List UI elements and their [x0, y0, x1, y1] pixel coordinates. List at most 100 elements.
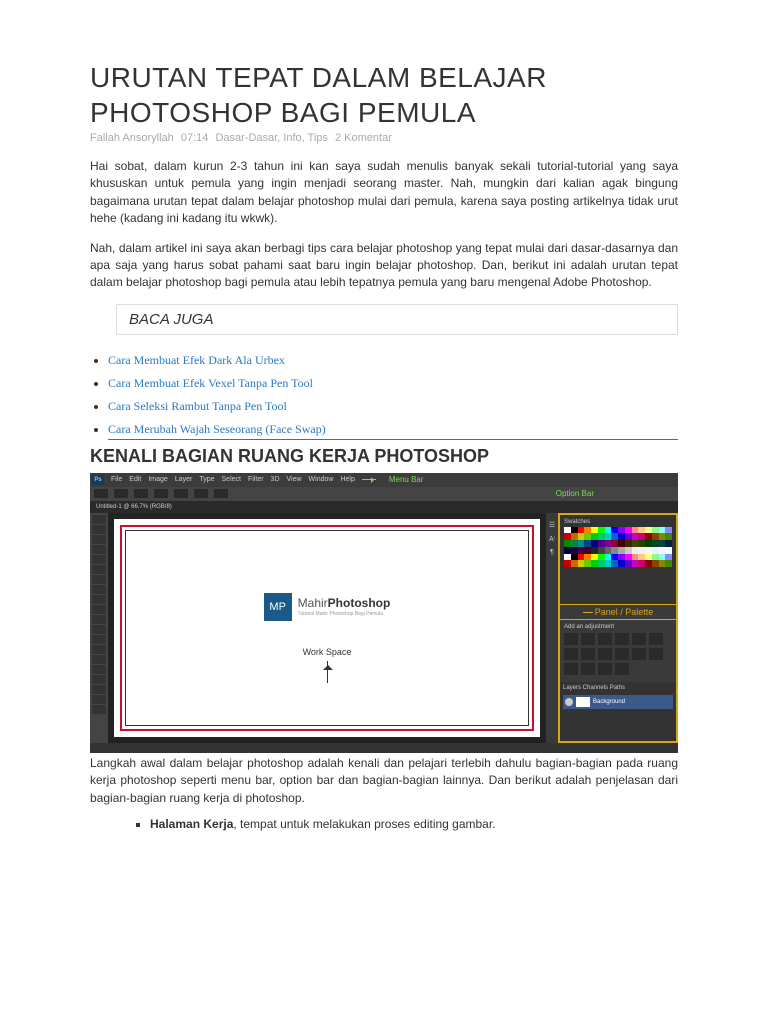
option-control: [194, 489, 208, 498]
adjustment-icon: [649, 633, 663, 645]
ps-artboard: MP MahirPhotoshop Tutorial Mahir Photosh…: [114, 519, 540, 737]
list-item: Cara Seleksi Rambut Tanpa Pen Tool: [108, 395, 678, 418]
option-control: [154, 489, 168, 498]
tool-icon: [92, 515, 106, 524]
paragraph-intro-2: Nah, dalam artikel ini saya akan berbagi…: [90, 240, 678, 292]
article-meta: Fallah Ansoryllah 07:14 Dasar-Dasar, Inf…: [90, 132, 678, 144]
tool-icon: [92, 625, 106, 634]
tool-icon: [92, 545, 106, 554]
meta-author: Fallah Ansoryllah: [90, 132, 174, 144]
ps-collapsed-panels: ☰ Aⁱ ¶: [546, 513, 558, 743]
ps-adjustments-panel: Add an adjustment: [560, 620, 676, 682]
tool-icon: [92, 705, 106, 714]
adjustment-icon: [615, 663, 629, 675]
adjustment-icon: [632, 648, 646, 660]
list-item: Cara Merubah Wajah Seseorang (Face Swap): [108, 418, 678, 440]
document-tab-label: Untitled-1 @ 66.7% (RGB/8): [96, 504, 172, 510]
adjustment-icon: [581, 663, 595, 675]
adjustment-icon: [632, 633, 646, 645]
tool-icon: [92, 655, 106, 664]
photoshop-app-icon: Ps: [92, 475, 104, 485]
related-link[interactable]: Cara Membuat Efek Vexel Tanpa Pen Tool: [108, 376, 313, 390]
tool-icon: [92, 565, 106, 574]
tool-icon: [92, 695, 106, 704]
option-control: [174, 489, 188, 498]
ps-status-bar: [90, 743, 678, 753]
tool-icon: [92, 525, 106, 534]
meta-time: 07:14: [181, 132, 209, 144]
adjustment-icon: [581, 648, 595, 660]
ps-option-bar: Option Bar: [90, 487, 678, 501]
read-also-box: BACA JUGA: [116, 304, 678, 335]
annotation-menu-bar: Menu Bar: [389, 475, 424, 484]
arrow-up-icon: [327, 661, 328, 683]
layer-name: Background: [593, 699, 625, 705]
menu-item: Select: [222, 476, 241, 483]
ps-swatches-panel: Swatches: [560, 515, 676, 604]
adjustment-icon: [598, 663, 612, 675]
tool-icon: [92, 645, 106, 654]
list-item: Cara Membuat Efek Vexel Tanpa Pen Tool: [108, 372, 678, 395]
tool-icon: [92, 585, 106, 594]
tool-icon: [92, 605, 106, 614]
menu-item: File: [111, 476, 122, 483]
option-control: [114, 489, 128, 498]
adjustment-icon: [564, 633, 578, 645]
article-title: URUTAN TEPAT DALAM BELAJAR PHOTOSHOP BAG…: [90, 60, 678, 130]
option-control: [94, 489, 108, 498]
adjustment-icon: [598, 633, 612, 645]
menu-item: View: [287, 476, 302, 483]
tool-icon: [92, 595, 106, 604]
term-description: , tempat untuk melakukan proses editing …: [233, 817, 495, 831]
option-control: [214, 489, 228, 498]
definition-list: Halaman Kerja, tempat untuk melakukan pr…: [90, 817, 678, 831]
ps-menu-bar: Ps File Edit Image Layer Type Select Fil…: [90, 473, 678, 487]
menu-item: Layer: [175, 476, 193, 483]
layer-thumbnail: [576, 697, 590, 707]
ps-right-panel: Swatches Panel / Palette Add an adjustme…: [558, 513, 678, 743]
adjustments-title: Add an adjustment: [564, 624, 672, 630]
panel-icon: Aⁱ: [549, 535, 555, 543]
tool-icon: [92, 535, 106, 544]
section-heading: KENALI BAGIAN RUANG KERJA PHOTOSHOP: [90, 446, 678, 467]
paragraph-intro-1: Hai sobat, dalam kurun 2-3 tahun ini kan…: [90, 158, 678, 228]
ps-document-tab: Untitled-1 @ 66.7% (RGB/8): [90, 501, 678, 513]
tool-icon: [92, 555, 106, 564]
menu-item: Image: [148, 476, 167, 483]
layers-header: Layers Channels Paths: [563, 685, 673, 691]
photoshop-screenshot: Ps File Edit Image Layer Type Select Fil…: [90, 473, 678, 753]
menu-item: 3D: [271, 476, 280, 483]
image-caption: Langkah awal dalam belajar photoshop ada…: [90, 755, 678, 807]
list-item: Halaman Kerja, tempat untuk melakukan pr…: [150, 817, 678, 831]
annotation-option-bar: Option Bar: [556, 489, 594, 498]
meta-categories: Dasar-Dasar, Info, Tips: [215, 132, 328, 144]
tool-icon: [92, 575, 106, 584]
arrow-left-icon: [362, 479, 376, 480]
adjustment-icon: [564, 663, 578, 675]
option-control: [134, 489, 148, 498]
ps-tools-bar: [90, 513, 108, 743]
adjustment-icon: [564, 648, 578, 660]
panel-icon: ¶: [550, 549, 554, 556]
tool-icon: [92, 685, 106, 694]
ps-canvas-area: MP MahirPhotoshop Tutorial Mahir Photosh…: [108, 513, 546, 743]
list-item: Cara Membuat Efek Dark Ala Urbex: [108, 349, 678, 372]
tool-icon: [92, 665, 106, 674]
tool-icon: [92, 615, 106, 624]
menu-item: Type: [199, 476, 214, 483]
related-link[interactable]: Cara Seleksi Rambut Tanpa Pen Tool: [108, 399, 287, 413]
adjustment-icon: [615, 648, 629, 660]
related-links-list: Cara Membuat Efek Dark Ala Urbex Cara Me…: [90, 349, 678, 440]
eye-icon: [565, 698, 573, 706]
panel-icon: ☰: [549, 521, 555, 529]
menu-item: Window: [309, 476, 334, 483]
adjustment-icon: [615, 633, 629, 645]
related-link[interactable]: Cara Membuat Efek Dark Ala Urbex: [108, 353, 285, 367]
layer-row: Background: [563, 695, 673, 709]
related-link[interactable]: Cara Merubah Wajah Seseorang (Face Swap): [108, 422, 326, 436]
menu-item: Edit: [129, 476, 141, 483]
adjustment-icon: [581, 633, 595, 645]
annotation-frame: [120, 525, 534, 731]
swatches-title: Swatches: [564, 519, 672, 525]
adjustment-icon: [598, 648, 612, 660]
